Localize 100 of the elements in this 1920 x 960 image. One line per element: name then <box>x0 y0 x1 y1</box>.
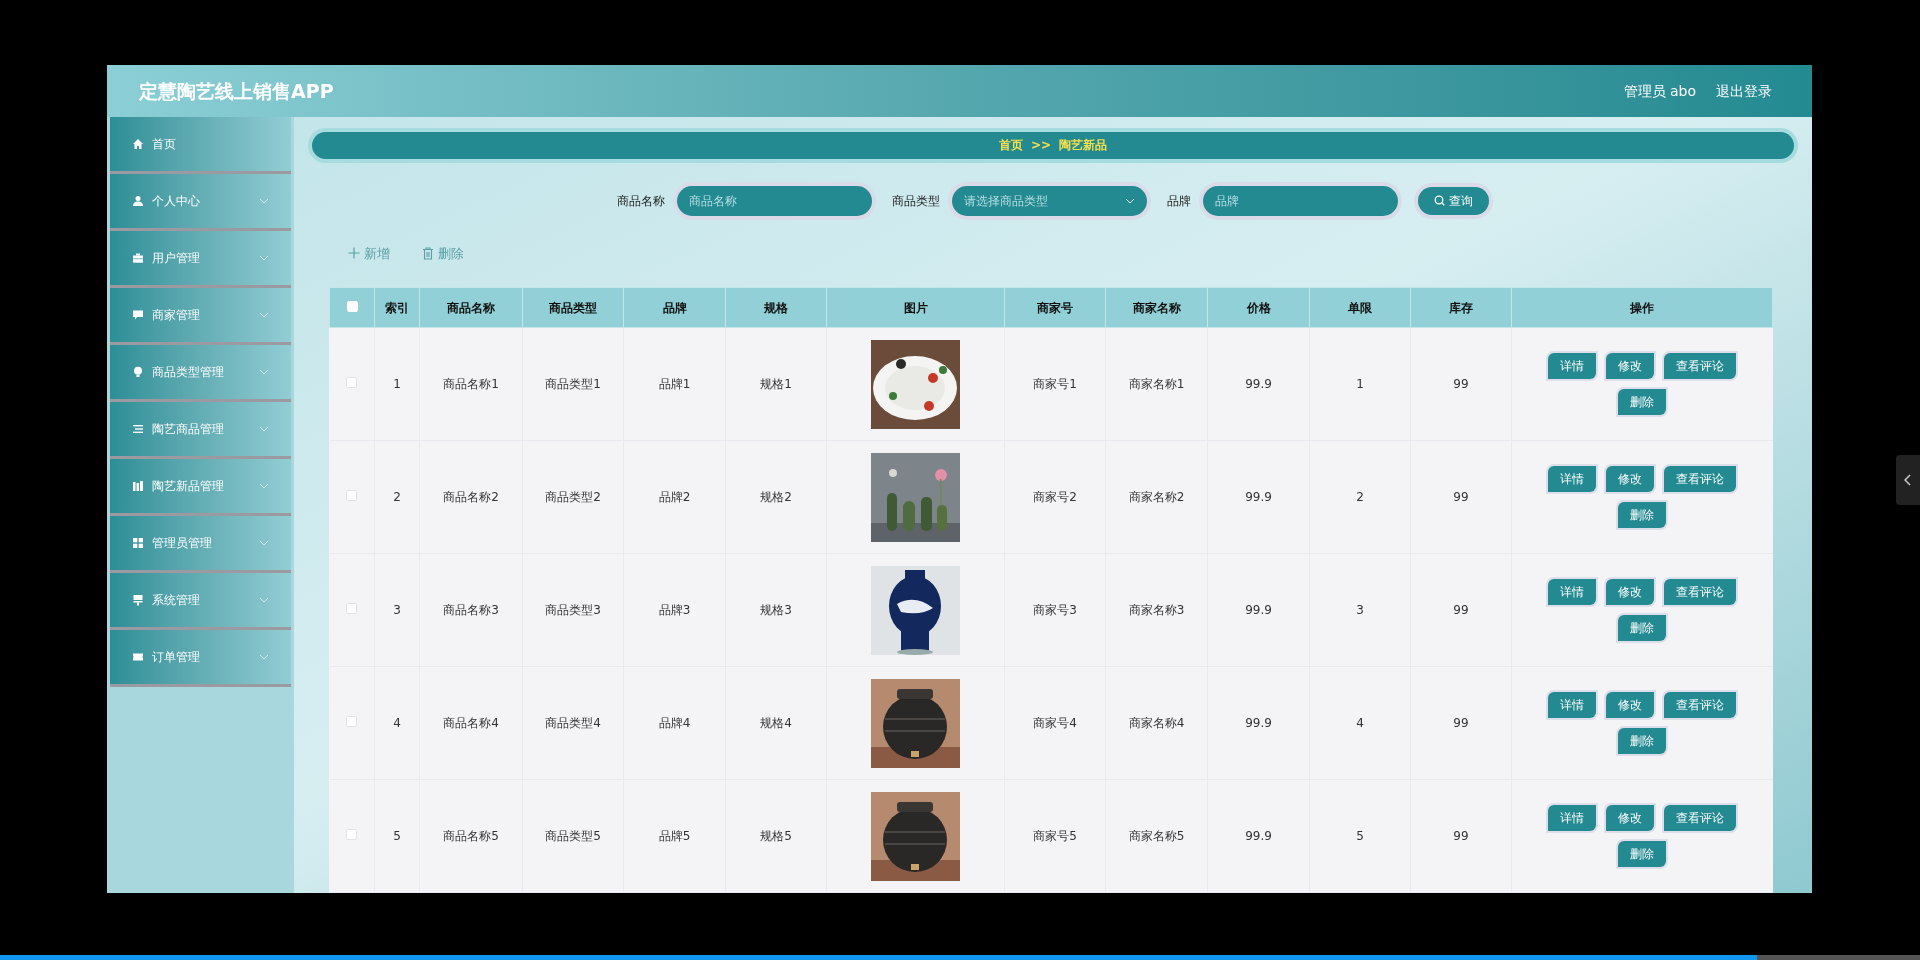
search-icon <box>1434 195 1445 206</box>
sidebar-item[interactable]: 管理员管理 <box>110 516 291 573</box>
sidebar-item[interactable]: 商家管理 <box>110 288 291 345</box>
table-cell: 规格4 <box>760 716 792 730</box>
column-header: 单限 <box>1348 300 1372 315</box>
briefcase-icon <box>132 252 144 264</box>
user-label: 管理员 abo <box>1623 81 1696 101</box>
breadcrumb-item: 陶艺新品 <box>1059 137 1108 155</box>
chevron-left-icon <box>1904 474 1912 486</box>
checkbox[interactable] <box>346 603 358 614</box>
sidebar-item[interactable]: 陶艺商品管理 <box>110 402 291 459</box>
table-cell: 3 <box>1356 603 1364 617</box>
table-cell: 商家名称2 <box>1128 490 1185 504</box>
column-header: 商品名称 <box>447 300 495 315</box>
detail-button[interactable]: 详情 <box>1548 353 1597 379</box>
edit-button[interactable]: 修改 <box>1606 805 1655 831</box>
table-cell: 99.9 <box>1245 716 1272 730</box>
collapse-tab[interactable] <box>1896 455 1920 505</box>
delete-button[interactable]: 删除 <box>1618 615 1667 641</box>
detail-button[interactable]: 详情 <box>1548 466 1597 492</box>
list-icon <box>132 423 144 435</box>
detail-button[interactable]: 详情 <box>1548 579 1597 605</box>
table-cell: 商品类型5 <box>545 829 601 843</box>
sidebar-item[interactable]: 用户管理 <box>110 231 291 288</box>
table-cell: 规格5 <box>760 829 792 843</box>
add-button[interactable]: 新增 <box>348 243 390 263</box>
sidebar-item[interactable]: 商品类型管理 <box>110 345 291 402</box>
field-label: 商品类型 <box>892 192 940 210</box>
table-cell: 99.9 <box>1245 490 1272 504</box>
user-icon <box>132 195 144 207</box>
detail-button[interactable]: 详情 <box>1548 805 1597 831</box>
breadcrumb-item: >> <box>1030 137 1052 155</box>
edit-button[interactable]: 修改 <box>1606 353 1655 379</box>
table-cell: 商品名称3 <box>443 603 499 617</box>
delete-button[interactable]: 删除 <box>422 243 464 263</box>
table-cell: 商家号1 <box>1033 377 1077 391</box>
table-cell: 商家号2 <box>1033 490 1077 504</box>
checkbox[interactable] <box>346 716 358 727</box>
checkbox[interactable] <box>346 377 358 388</box>
table-cell: 商品类型4 <box>545 716 601 730</box>
sidebar-item[interactable]: 首页 <box>110 117 291 174</box>
reviews-button[interactable]: 查看评论 <box>1664 353 1737 379</box>
table-cell: 品牌1 <box>658 377 691 391</box>
edit-button[interactable]: 修改 <box>1606 692 1655 718</box>
column-header: 操作 <box>1630 300 1654 315</box>
sidebar-item[interactable]: 订单管理 <box>110 630 291 687</box>
table-cell: 99 <box>1453 829 1469 843</box>
table-cell: 3 <box>393 603 401 617</box>
sidebar-item[interactable]: 系统管理 <box>110 573 291 630</box>
column-header: 索引 <box>385 300 409 315</box>
column-header: 品牌 <box>662 300 687 315</box>
app-title: 定慧陶艺线上销售APP <box>139 78 334 104</box>
checkbox[interactable] <box>346 490 358 501</box>
sign-icon <box>132 594 144 606</box>
table-cell: 5 <box>1356 829 1364 843</box>
table-cell: 商品名称5 <box>443 829 499 843</box>
table-cell: 2 <box>1356 490 1364 504</box>
grid-icon <box>132 537 144 549</box>
edit-button[interactable]: 修改 <box>1606 579 1655 605</box>
table-cell: 99 <box>1453 377 1469 391</box>
sidebar-item[interactable]: 陶艺新品管理 <box>110 459 291 516</box>
reviews-button[interactable]: 查看评论 <box>1664 579 1737 605</box>
table-cell: 商品名称2 <box>443 490 499 504</box>
column-header: 库存 <box>1449 300 1473 315</box>
table-cell: 1 <box>1356 377 1364 391</box>
logout-link[interactable]: 退出登录 <box>1716 80 1772 102</box>
delete-button[interactable]: 删除 <box>1618 728 1667 754</box>
table-cell: 商家号3 <box>1033 603 1077 617</box>
delete-button[interactable]: 删除 <box>1618 502 1667 528</box>
bar-chart-icon <box>132 480 144 492</box>
detail-button[interactable]: 详情 <box>1548 692 1597 718</box>
delete-button[interactable]: 删除 <box>1618 389 1667 415</box>
table-cell: 商品类型3 <box>545 603 601 617</box>
field-label: 商品名称 <box>617 192 665 210</box>
table-cell: 品牌3 <box>658 603 691 617</box>
table-cell: 商家名称3 <box>1128 603 1185 617</box>
table-cell: 商品类型2 <box>545 490 601 504</box>
reviews-button[interactable]: 查看评论 <box>1664 692 1737 718</box>
table-cell: 99 <box>1453 716 1469 730</box>
home-icon <box>132 138 144 150</box>
table-cell: 2 <box>393 490 401 504</box>
delete-button[interactable]: 删除 <box>1618 841 1667 867</box>
plus-icon <box>348 247 360 260</box>
column-header: 商家名称 <box>1132 300 1181 315</box>
field-label: 品牌 <box>1167 192 1191 210</box>
sidebar-item[interactable]: 个人中心 <box>110 174 291 231</box>
reviews-button[interactable]: 查看评论 <box>1664 466 1737 492</box>
edit-button[interactable]: 修改 <box>1606 466 1655 492</box>
table-cell: 商品类型1 <box>545 377 601 391</box>
reviews-button[interactable]: 查看评论 <box>1664 805 1737 831</box>
table-cell: 4 <box>1356 716 1364 730</box>
column-header: 规格 <box>764 300 788 315</box>
table-cell: 品牌5 <box>658 829 691 843</box>
breadcrumb-item: 首页 <box>998 137 1023 155</box>
column-header: 价格 <box>1246 300 1271 315</box>
table-cell: 99.9 <box>1245 829 1272 843</box>
table-cell: 商家名称1 <box>1128 377 1185 391</box>
bulb-icon <box>132 366 144 378</box>
table-cell: 规格2 <box>760 490 792 504</box>
checkbox[interactable] <box>346 829 358 840</box>
